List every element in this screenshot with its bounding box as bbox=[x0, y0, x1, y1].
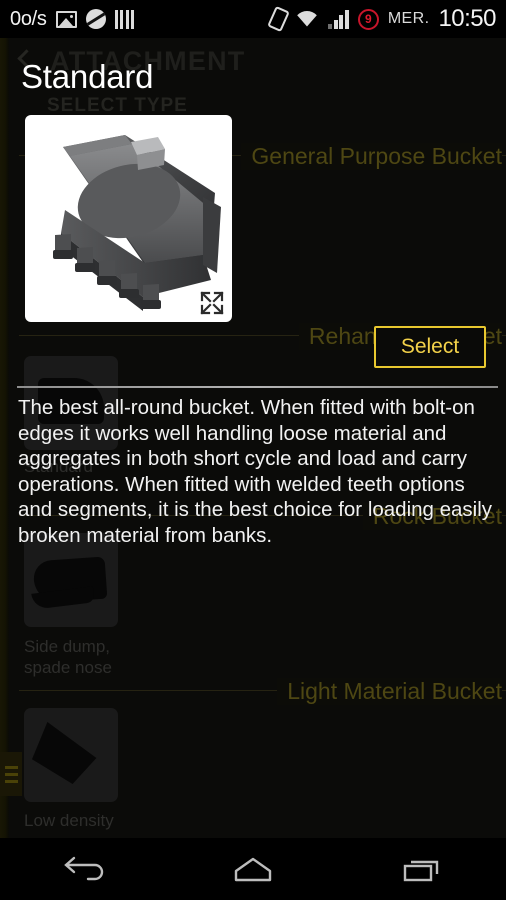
recents-nav-icon[interactable] bbox=[372, 838, 472, 900]
wifi-icon bbox=[295, 10, 319, 28]
status-bar-right: 9 MER. 10:50 bbox=[267, 5, 496, 33]
alarm-badge-icon: 9 bbox=[357, 8, 379, 30]
attachment-image-card[interactable] bbox=[25, 115, 232, 322]
screen-root: 0o/s 9 MER. 10:50 ATTACHMENT SELECT TYPE bbox=[0, 0, 506, 900]
list-item-thumb[interactable] bbox=[24, 708, 118, 802]
status-bar-left: 0o/s bbox=[10, 7, 135, 31]
group-title: General Purpose Bucket bbox=[241, 143, 502, 170]
description-text: The best all-round bucket. When fitted w… bbox=[18, 396, 493, 547]
gallery-icon bbox=[55, 10, 77, 28]
list-item-label: Side dump, spade nose bbox=[24, 637, 112, 677]
background-subhead: SELECT TYPE bbox=[47, 95, 188, 116]
barcode-icon bbox=[114, 9, 135, 29]
page-left-edge-strip bbox=[0, 38, 9, 863]
network-speed-text: 0o/s bbox=[10, 7, 47, 30]
circle-slash-icon bbox=[85, 9, 106, 29]
status-day-label: MER. bbox=[387, 10, 430, 27]
expand-fullscreen-icon[interactable] bbox=[199, 290, 225, 316]
hamburger-menu-handle[interactable] bbox=[0, 752, 22, 796]
list-item-label: Low density bbox=[24, 811, 114, 830]
status-clock: 10:50 bbox=[438, 5, 496, 32]
page-title: Standard bbox=[21, 58, 154, 95]
status-bar: 0o/s 9 MER. 10:50 bbox=[0, 0, 506, 38]
android-nav-bar bbox=[0, 838, 506, 900]
back-nav-icon[interactable] bbox=[34, 838, 134, 900]
cellular-signal-icon bbox=[328, 9, 349, 29]
group-title: Light Material Bucket bbox=[277, 678, 502, 705]
vibrate-icon bbox=[267, 5, 291, 33]
home-nav-icon[interactable] bbox=[203, 838, 303, 900]
select-button[interactable]: Select bbox=[374, 326, 486, 368]
